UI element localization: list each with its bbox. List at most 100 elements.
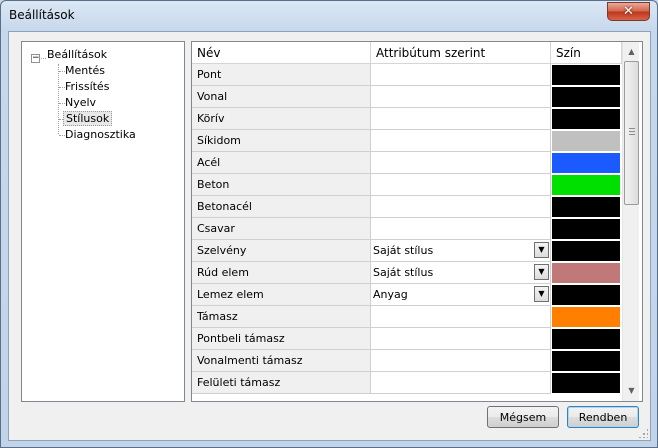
row-color-swatch[interactable] bbox=[551, 350, 621, 372]
tree-item-label: Stílusok bbox=[63, 111, 113, 126]
row-color-swatch[interactable] bbox=[551, 372, 621, 394]
table-row[interactable]: Felületi támasz bbox=[192, 372, 622, 394]
row-attribute-cell[interactable] bbox=[371, 152, 551, 174]
dialog-client-area: − Beállítások Mentés Frissítés Nyelv Stílus… bbox=[8, 31, 651, 441]
tree-item[interactable]: Nyelv bbox=[63, 95, 98, 111]
attribute-select-value: Anyag bbox=[373, 288, 408, 301]
row-name-cell: Beton bbox=[192, 174, 371, 196]
row-color-swatch[interactable] bbox=[551, 218, 621, 240]
row-name-cell: Körív bbox=[192, 108, 371, 130]
row-name-cell: Acél bbox=[192, 152, 371, 174]
dropdown-arrow-icon[interactable]: ▼ bbox=[534, 264, 549, 280]
row-name-cell: Síkidom bbox=[192, 130, 371, 152]
row-attribute-cell[interactable] bbox=[371, 86, 551, 108]
row-color-swatch[interactable] bbox=[551, 240, 621, 262]
row-attribute-cell[interactable] bbox=[371, 196, 551, 218]
column-header-name[interactable]: Név bbox=[192, 42, 371, 63]
row-attribute-cell[interactable]: Anyag ▼ bbox=[371, 284, 551, 306]
row-attribute-cell[interactable]: Saját stílus ▼ bbox=[371, 240, 551, 262]
close-button[interactable]: ✕ bbox=[607, 2, 650, 21]
resize-grip[interactable] bbox=[638, 428, 648, 438]
tree-item[interactable]: Mentés bbox=[63, 63, 107, 79]
tree-connector bbox=[58, 64, 59, 134]
title-bar[interactable]: Beállítások ✕ bbox=[1, 1, 657, 31]
grip-line bbox=[629, 134, 635, 135]
tree-item-label: Frissítés bbox=[65, 80, 110, 93]
row-name-cell: Vonalmenti támasz bbox=[192, 350, 371, 372]
row-color-swatch[interactable] bbox=[551, 86, 621, 108]
row-attribute-cell[interactable] bbox=[371, 64, 551, 86]
row-name-cell: Felületi támasz bbox=[192, 372, 371, 394]
settings-dialog: Beállítások ✕ − Beállítások Mentés Frissí… bbox=[0, 0, 658, 448]
scroll-down-button[interactable]: ▼ bbox=[624, 382, 639, 399]
row-attribute-cell[interactable] bbox=[371, 372, 551, 394]
tree-item-label: Mentés bbox=[65, 64, 106, 77]
settings-tree: − Beállítások Mentés Frissítés Nyelv Stílus… bbox=[21, 41, 185, 402]
table-row[interactable]: Vonal bbox=[192, 86, 622, 108]
arrow-up-icon: ▲ bbox=[628, 47, 635, 56]
table-row[interactable]: Acél bbox=[192, 152, 622, 174]
row-attribute-cell[interactable] bbox=[371, 218, 551, 240]
row-color-swatch[interactable] bbox=[551, 196, 621, 218]
row-name-cell: Betonacél bbox=[192, 196, 371, 218]
column-header-attribute[interactable]: Attribútum szerint bbox=[371, 42, 551, 63]
table-row[interactable]: Lemez elem Anyag ▼ bbox=[192, 284, 622, 306]
tree-item[interactable]: Diagnosztika bbox=[63, 127, 138, 143]
table-row[interactable]: Pontbeli támasz bbox=[192, 328, 622, 350]
dropdown-arrow-icon[interactable]: ▼ bbox=[534, 242, 549, 258]
tree-item-label: Beállítások bbox=[47, 48, 108, 61]
row-name-cell: Lemez elem bbox=[192, 284, 371, 306]
window-title: Beállítások bbox=[9, 8, 75, 22]
tree-item[interactable]: Frissítés bbox=[63, 79, 111, 95]
row-color-swatch[interactable] bbox=[551, 328, 621, 350]
grip-line bbox=[629, 128, 635, 129]
table-row[interactable]: Vonalmenti támasz bbox=[192, 350, 622, 372]
row-attribute-cell[interactable] bbox=[371, 130, 551, 152]
arrow-down-icon: ▼ bbox=[628, 386, 635, 395]
table-row[interactable]: Beton bbox=[192, 174, 622, 196]
row-attribute-cell[interactable]: Saját stílus ▼ bbox=[371, 262, 551, 284]
row-color-swatch[interactable] bbox=[551, 152, 621, 174]
row-attribute-cell[interactable] bbox=[371, 174, 551, 196]
table-row[interactable]: Szelvény Saját stílus ▼ bbox=[192, 240, 622, 262]
table-row[interactable]: Csavar bbox=[192, 218, 622, 240]
column-header-color[interactable]: Szín bbox=[551, 42, 622, 63]
grip-line bbox=[629, 131, 635, 132]
tree-item[interactable]: Stílusok bbox=[63, 111, 113, 127]
row-name-cell: Csavar bbox=[192, 218, 371, 240]
attribute-select-value: Saját stílus bbox=[373, 266, 434, 279]
table-row[interactable]: Pont bbox=[192, 64, 622, 86]
table-row[interactable]: Támasz bbox=[192, 306, 622, 328]
row-attribute-cell[interactable] bbox=[371, 350, 551, 372]
table-row[interactable]: Síkidom bbox=[192, 130, 622, 152]
row-color-swatch[interactable] bbox=[551, 262, 621, 284]
scroll-up-button[interactable]: ▲ bbox=[624, 43, 639, 60]
row-color-swatch[interactable] bbox=[551, 306, 621, 328]
row-color-swatch[interactable] bbox=[551, 64, 621, 86]
table-row[interactable]: Betonacél bbox=[192, 196, 622, 218]
row-attribute-cell[interactable] bbox=[371, 328, 551, 350]
row-color-swatch[interactable] bbox=[551, 130, 621, 152]
row-attribute-cell[interactable] bbox=[371, 306, 551, 328]
cancel-button[interactable]: Mégsem bbox=[487, 406, 559, 428]
row-name-cell: Szelvény bbox=[192, 240, 371, 262]
table-row[interactable]: Körív bbox=[192, 108, 622, 130]
collapse-icon[interactable]: − bbox=[31, 54, 40, 63]
attribute-select-value: Saját stílus bbox=[373, 244, 434, 257]
grid-header: Név Attribútum szerint Szín bbox=[192, 42, 622, 64]
ok-button[interactable]: Rendben bbox=[567, 406, 639, 428]
table-row[interactable]: Rúd elem Saját stílus ▼ bbox=[192, 262, 622, 284]
vertical-scrollbar[interactable]: ▲ ▼ bbox=[622, 42, 639, 401]
row-color-swatch[interactable] bbox=[551, 174, 621, 196]
row-name-cell: Vonal bbox=[192, 86, 371, 108]
tree-item-root[interactable]: Beállítások bbox=[45, 47, 109, 63]
styles-grid: Név Attribútum szerint Szín Pont Vonal Kör… bbox=[191, 41, 643, 402]
tree-item-label: Nyelv bbox=[65, 96, 97, 109]
row-name-cell: Támasz bbox=[192, 306, 371, 328]
row-color-swatch[interactable] bbox=[551, 108, 621, 130]
row-attribute-cell[interactable] bbox=[371, 108, 551, 130]
scroll-thumb[interactable] bbox=[624, 61, 639, 205]
dropdown-arrow-icon[interactable]: ▼ bbox=[534, 286, 549, 302]
row-name-cell: Pontbeli támasz bbox=[192, 328, 371, 350]
row-color-swatch[interactable] bbox=[551, 284, 621, 306]
